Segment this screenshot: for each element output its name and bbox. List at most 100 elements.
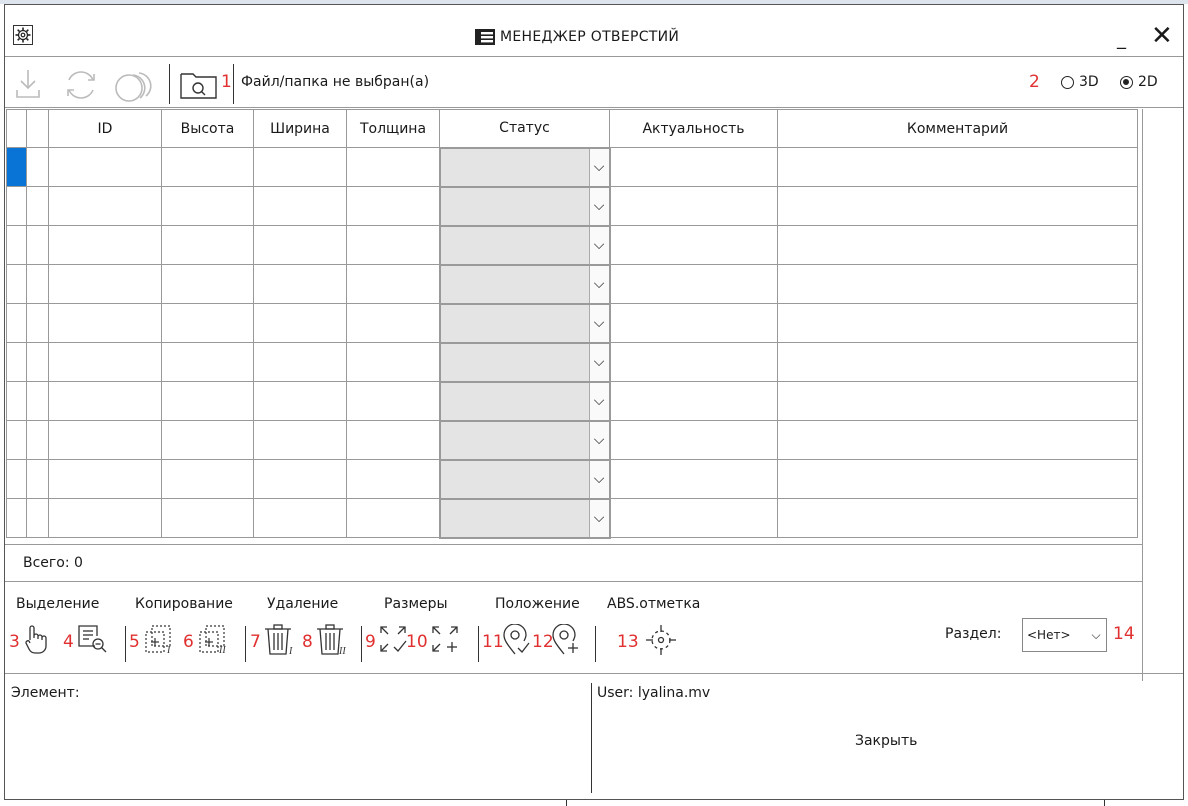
check-cell[interactable] bbox=[26, 264, 49, 304]
row-indicator-cell[interactable] bbox=[6, 342, 27, 382]
check-cell[interactable] bbox=[26, 498, 49, 538]
row-indicator-cell[interactable] bbox=[6, 459, 27, 499]
check-cell[interactable] bbox=[26, 225, 49, 265]
delete-2-icon[interactable]: II bbox=[315, 624, 351, 660]
relevance-cell[interactable] bbox=[609, 303, 778, 343]
height-cell[interactable] bbox=[161, 381, 254, 421]
row-indicator-cell[interactable] bbox=[6, 147, 27, 187]
id-cell[interactable] bbox=[48, 264, 162, 304]
chevron-down-icon[interactable]: ⌵ bbox=[588, 421, 609, 459]
zoom-document-icon[interactable] bbox=[77, 624, 109, 658]
settings-gear-icon[interactable] bbox=[13, 25, 33, 45]
thickness-cell[interactable] bbox=[346, 147, 440, 187]
comment-cell[interactable] bbox=[777, 186, 1138, 226]
table-row[interactable]: ⌵ bbox=[6, 419, 1138, 461]
close-button[interactable]: Закрыть bbox=[855, 733, 917, 749]
status-cell[interactable]: ⌵ bbox=[438, 302, 611, 344]
comment-cell[interactable] bbox=[777, 381, 1138, 421]
comment-cell[interactable] bbox=[777, 264, 1138, 304]
crosshair-target-icon[interactable] bbox=[645, 624, 677, 660]
column-header-status[interactable]: Статус bbox=[439, 109, 610, 148]
width-cell[interactable] bbox=[253, 264, 347, 304]
status-cell[interactable]: ⌵ bbox=[438, 458, 611, 500]
section-select[interactable]: <Нет> ⌵ bbox=[1022, 618, 1107, 652]
id-cell[interactable] bbox=[48, 459, 162, 499]
location-check-icon[interactable] bbox=[501, 623, 531, 660]
column-header-thickness[interactable]: Толщина bbox=[346, 109, 440, 148]
width-cell[interactable] bbox=[253, 459, 347, 499]
thickness-cell[interactable] bbox=[346, 342, 440, 382]
thickness-cell[interactable] bbox=[346, 303, 440, 343]
hand-select-icon[interactable] bbox=[23, 624, 49, 658]
status-cell[interactable]: ⌵ bbox=[438, 185, 611, 227]
radio-2d[interactable]: 2D bbox=[1120, 74, 1158, 90]
id-cell[interactable] bbox=[48, 147, 162, 187]
height-cell[interactable] bbox=[161, 225, 254, 265]
thickness-cell[interactable] bbox=[346, 225, 440, 265]
check-cell[interactable] bbox=[26, 303, 49, 343]
row-indicator-cell[interactable] bbox=[6, 225, 27, 265]
column-header-id[interactable]: ID bbox=[48, 109, 162, 148]
table-row[interactable]: ⌵ bbox=[6, 380, 1138, 422]
thickness-cell[interactable] bbox=[346, 264, 440, 304]
id-cell[interactable] bbox=[48, 420, 162, 460]
download-icon[interactable] bbox=[15, 68, 41, 104]
status-cell[interactable]: ⌵ bbox=[438, 224, 611, 266]
id-cell[interactable] bbox=[48, 342, 162, 382]
relevance-cell[interactable] bbox=[609, 498, 778, 538]
table-row[interactable]: ⌵ bbox=[6, 185, 1138, 227]
height-cell[interactable] bbox=[161, 459, 254, 499]
relevance-cell[interactable] bbox=[609, 264, 778, 304]
minimize-button[interactable]: _ bbox=[1117, 29, 1126, 50]
status-cell[interactable]: ⌵ bbox=[438, 341, 611, 383]
check-cell[interactable] bbox=[26, 147, 49, 187]
refresh-icon[interactable] bbox=[63, 68, 99, 106]
column-header-comment[interactable]: Комментарий bbox=[777, 109, 1138, 148]
check-cell[interactable] bbox=[26, 381, 49, 421]
table-row[interactable]: ⌵ bbox=[6, 497, 1138, 539]
row-indicator-cell[interactable] bbox=[6, 303, 27, 343]
column-header-width[interactable]: Ширина bbox=[253, 109, 347, 148]
width-cell[interactable] bbox=[253, 303, 347, 343]
comment-cell[interactable] bbox=[777, 225, 1138, 265]
thickness-cell[interactable] bbox=[346, 381, 440, 421]
browse-folder-icon[interactable] bbox=[179, 70, 219, 104]
chevron-down-icon[interactable]: ⌵ bbox=[588, 460, 609, 498]
relevance-cell[interactable] bbox=[609, 147, 778, 187]
radio-3d[interactable]: 3D bbox=[1061, 74, 1099, 90]
width-cell[interactable] bbox=[253, 186, 347, 226]
thickness-cell[interactable] bbox=[346, 420, 440, 460]
thickness-cell[interactable] bbox=[346, 186, 440, 226]
comment-cell[interactable] bbox=[777, 147, 1138, 187]
width-cell[interactable] bbox=[253, 381, 347, 421]
column-header-relevance[interactable]: Актуальность bbox=[609, 109, 778, 148]
height-cell[interactable] bbox=[161, 147, 254, 187]
width-cell[interactable] bbox=[253, 225, 347, 265]
row-indicator-cell[interactable] bbox=[6, 381, 27, 421]
chevron-down-icon[interactable]: ⌵ bbox=[588, 304, 609, 342]
id-cell[interactable] bbox=[48, 225, 162, 265]
table-row[interactable]: ⌵ bbox=[6, 341, 1138, 383]
status-cell[interactable]: ⌵ bbox=[438, 263, 611, 305]
column-header-height[interactable]: Высота bbox=[161, 109, 254, 148]
comment-cell[interactable] bbox=[777, 459, 1138, 499]
copy-1-icon[interactable]: I bbox=[143, 624, 177, 660]
comment-cell[interactable] bbox=[777, 342, 1138, 382]
radio-3d-circle[interactable] bbox=[1061, 75, 1074, 89]
comment-cell[interactable] bbox=[777, 420, 1138, 460]
status-cell[interactable]: ⌵ bbox=[438, 380, 611, 422]
chevron-down-icon[interactable]: ⌵ bbox=[1086, 619, 1106, 651]
id-cell[interactable] bbox=[48, 498, 162, 538]
relevance-cell[interactable] bbox=[609, 225, 778, 265]
status-cell[interactable]: ⌵ bbox=[438, 497, 611, 539]
table-row[interactable]: ⌵ bbox=[6, 224, 1138, 266]
thickness-cell[interactable] bbox=[346, 498, 440, 538]
height-cell[interactable] bbox=[161, 420, 254, 460]
width-cell[interactable] bbox=[253, 342, 347, 382]
relevance-cell[interactable] bbox=[609, 342, 778, 382]
check-cell[interactable] bbox=[26, 459, 49, 499]
relevance-cell[interactable] bbox=[609, 459, 778, 499]
table-row[interactable]: ⌵ bbox=[6, 302, 1138, 344]
table-row[interactable]: ⌵ bbox=[6, 263, 1138, 305]
relevance-cell[interactable] bbox=[609, 186, 778, 226]
